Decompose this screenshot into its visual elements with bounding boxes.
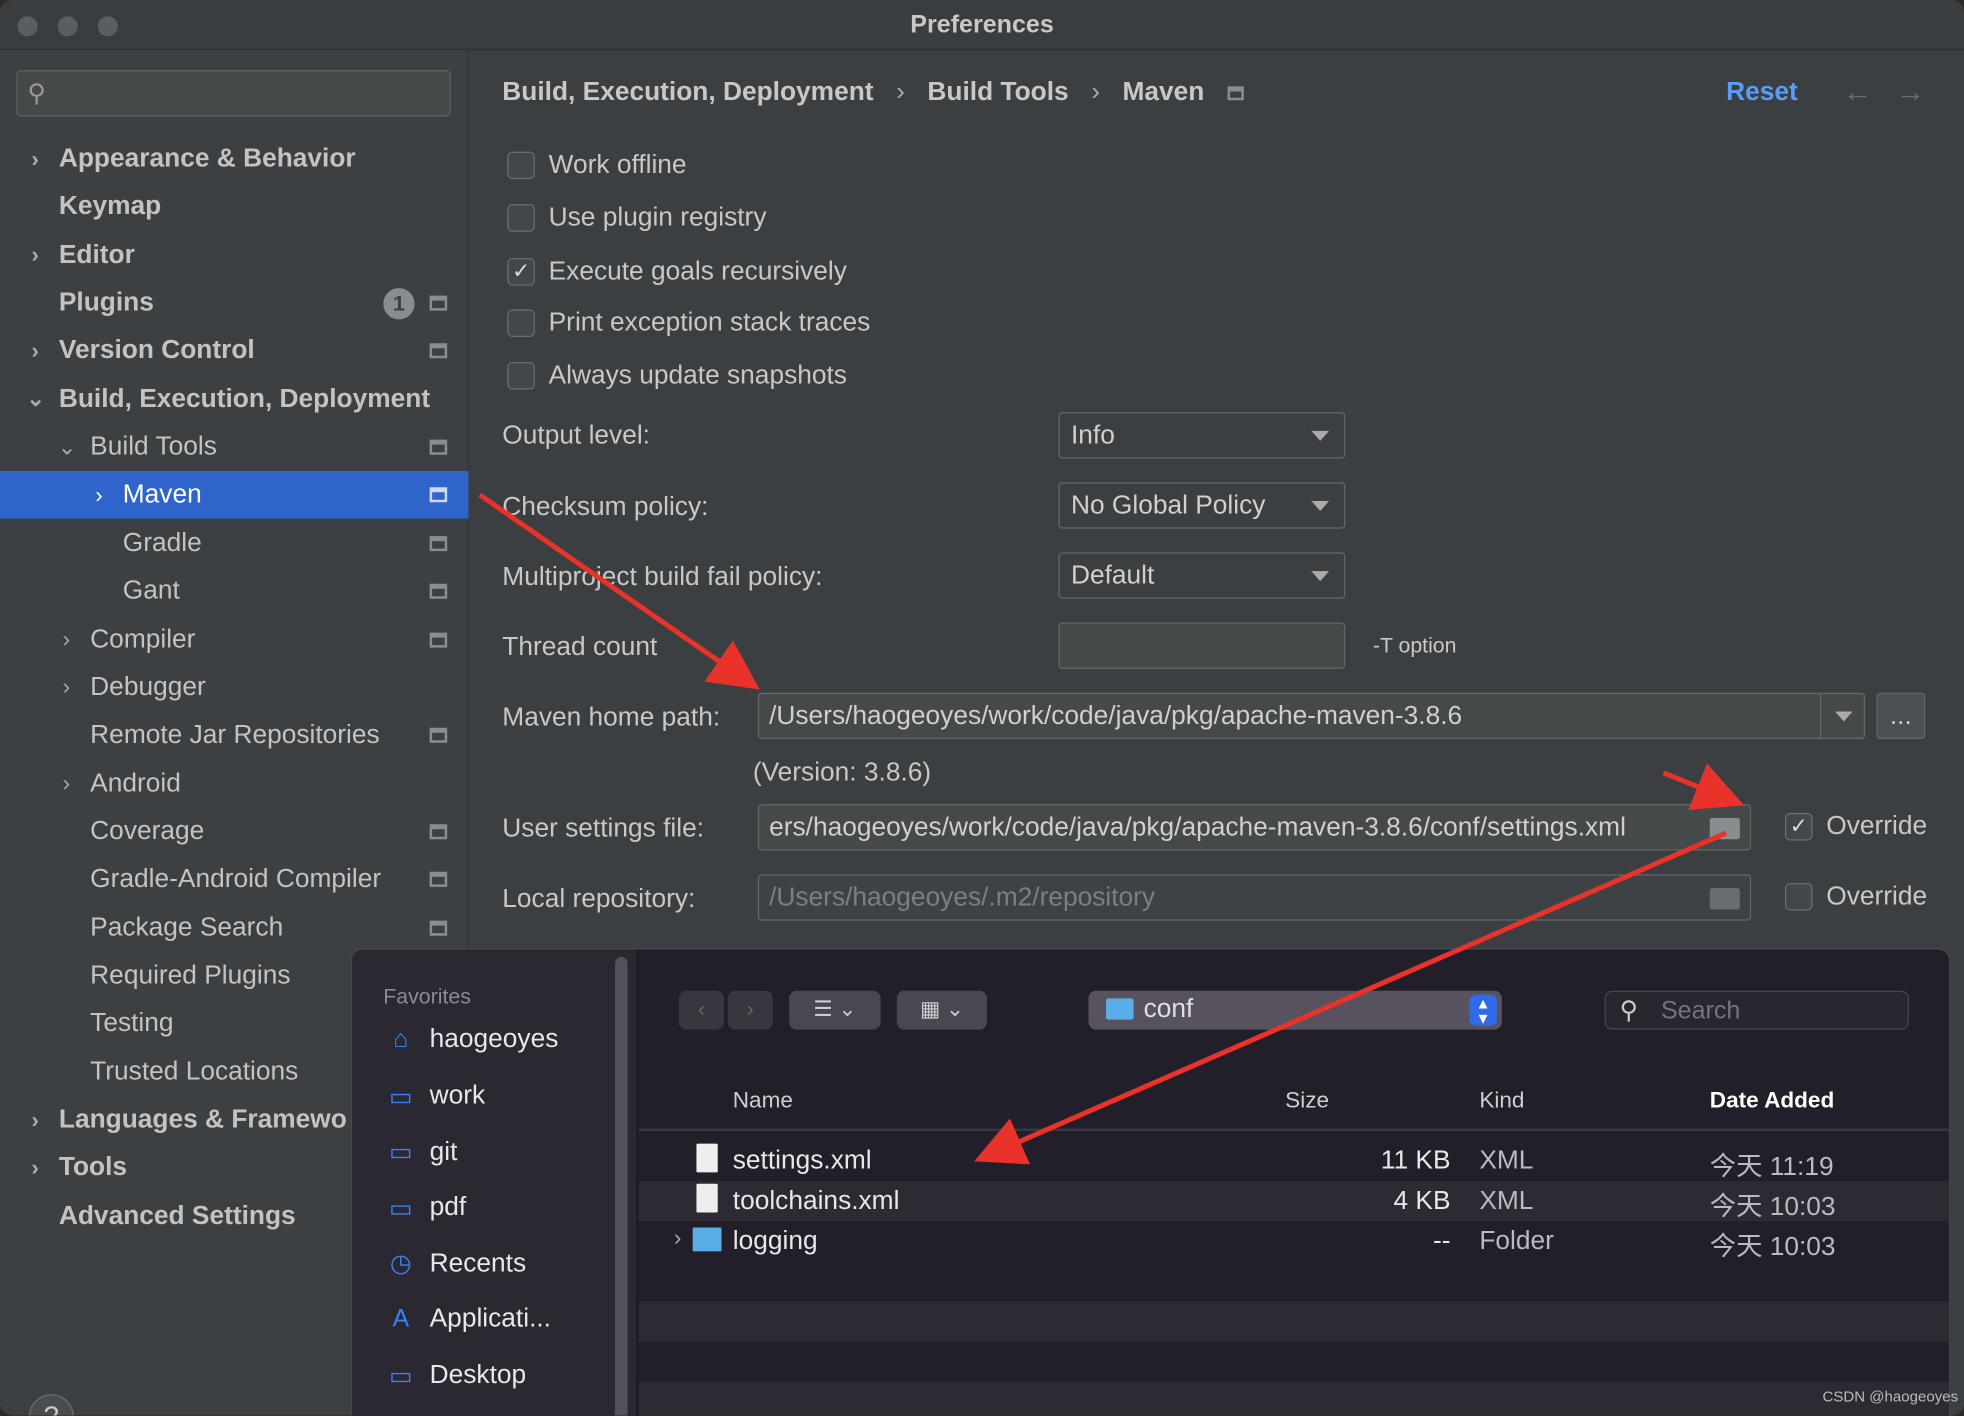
annotation-arrow	[1662, 763, 1745, 810]
watermark: CSDN @haogeoyes	[1822, 1387, 1959, 1406]
annotation-arrow	[478, 492, 760, 690]
annotation-arrow	[974, 830, 1728, 1165]
annotation-arrows	[478, 492, 1745, 1165]
preferences-window: Preferences ⚲ › Appearance & Behavior Keym…	[0, 0, 1964, 1416]
